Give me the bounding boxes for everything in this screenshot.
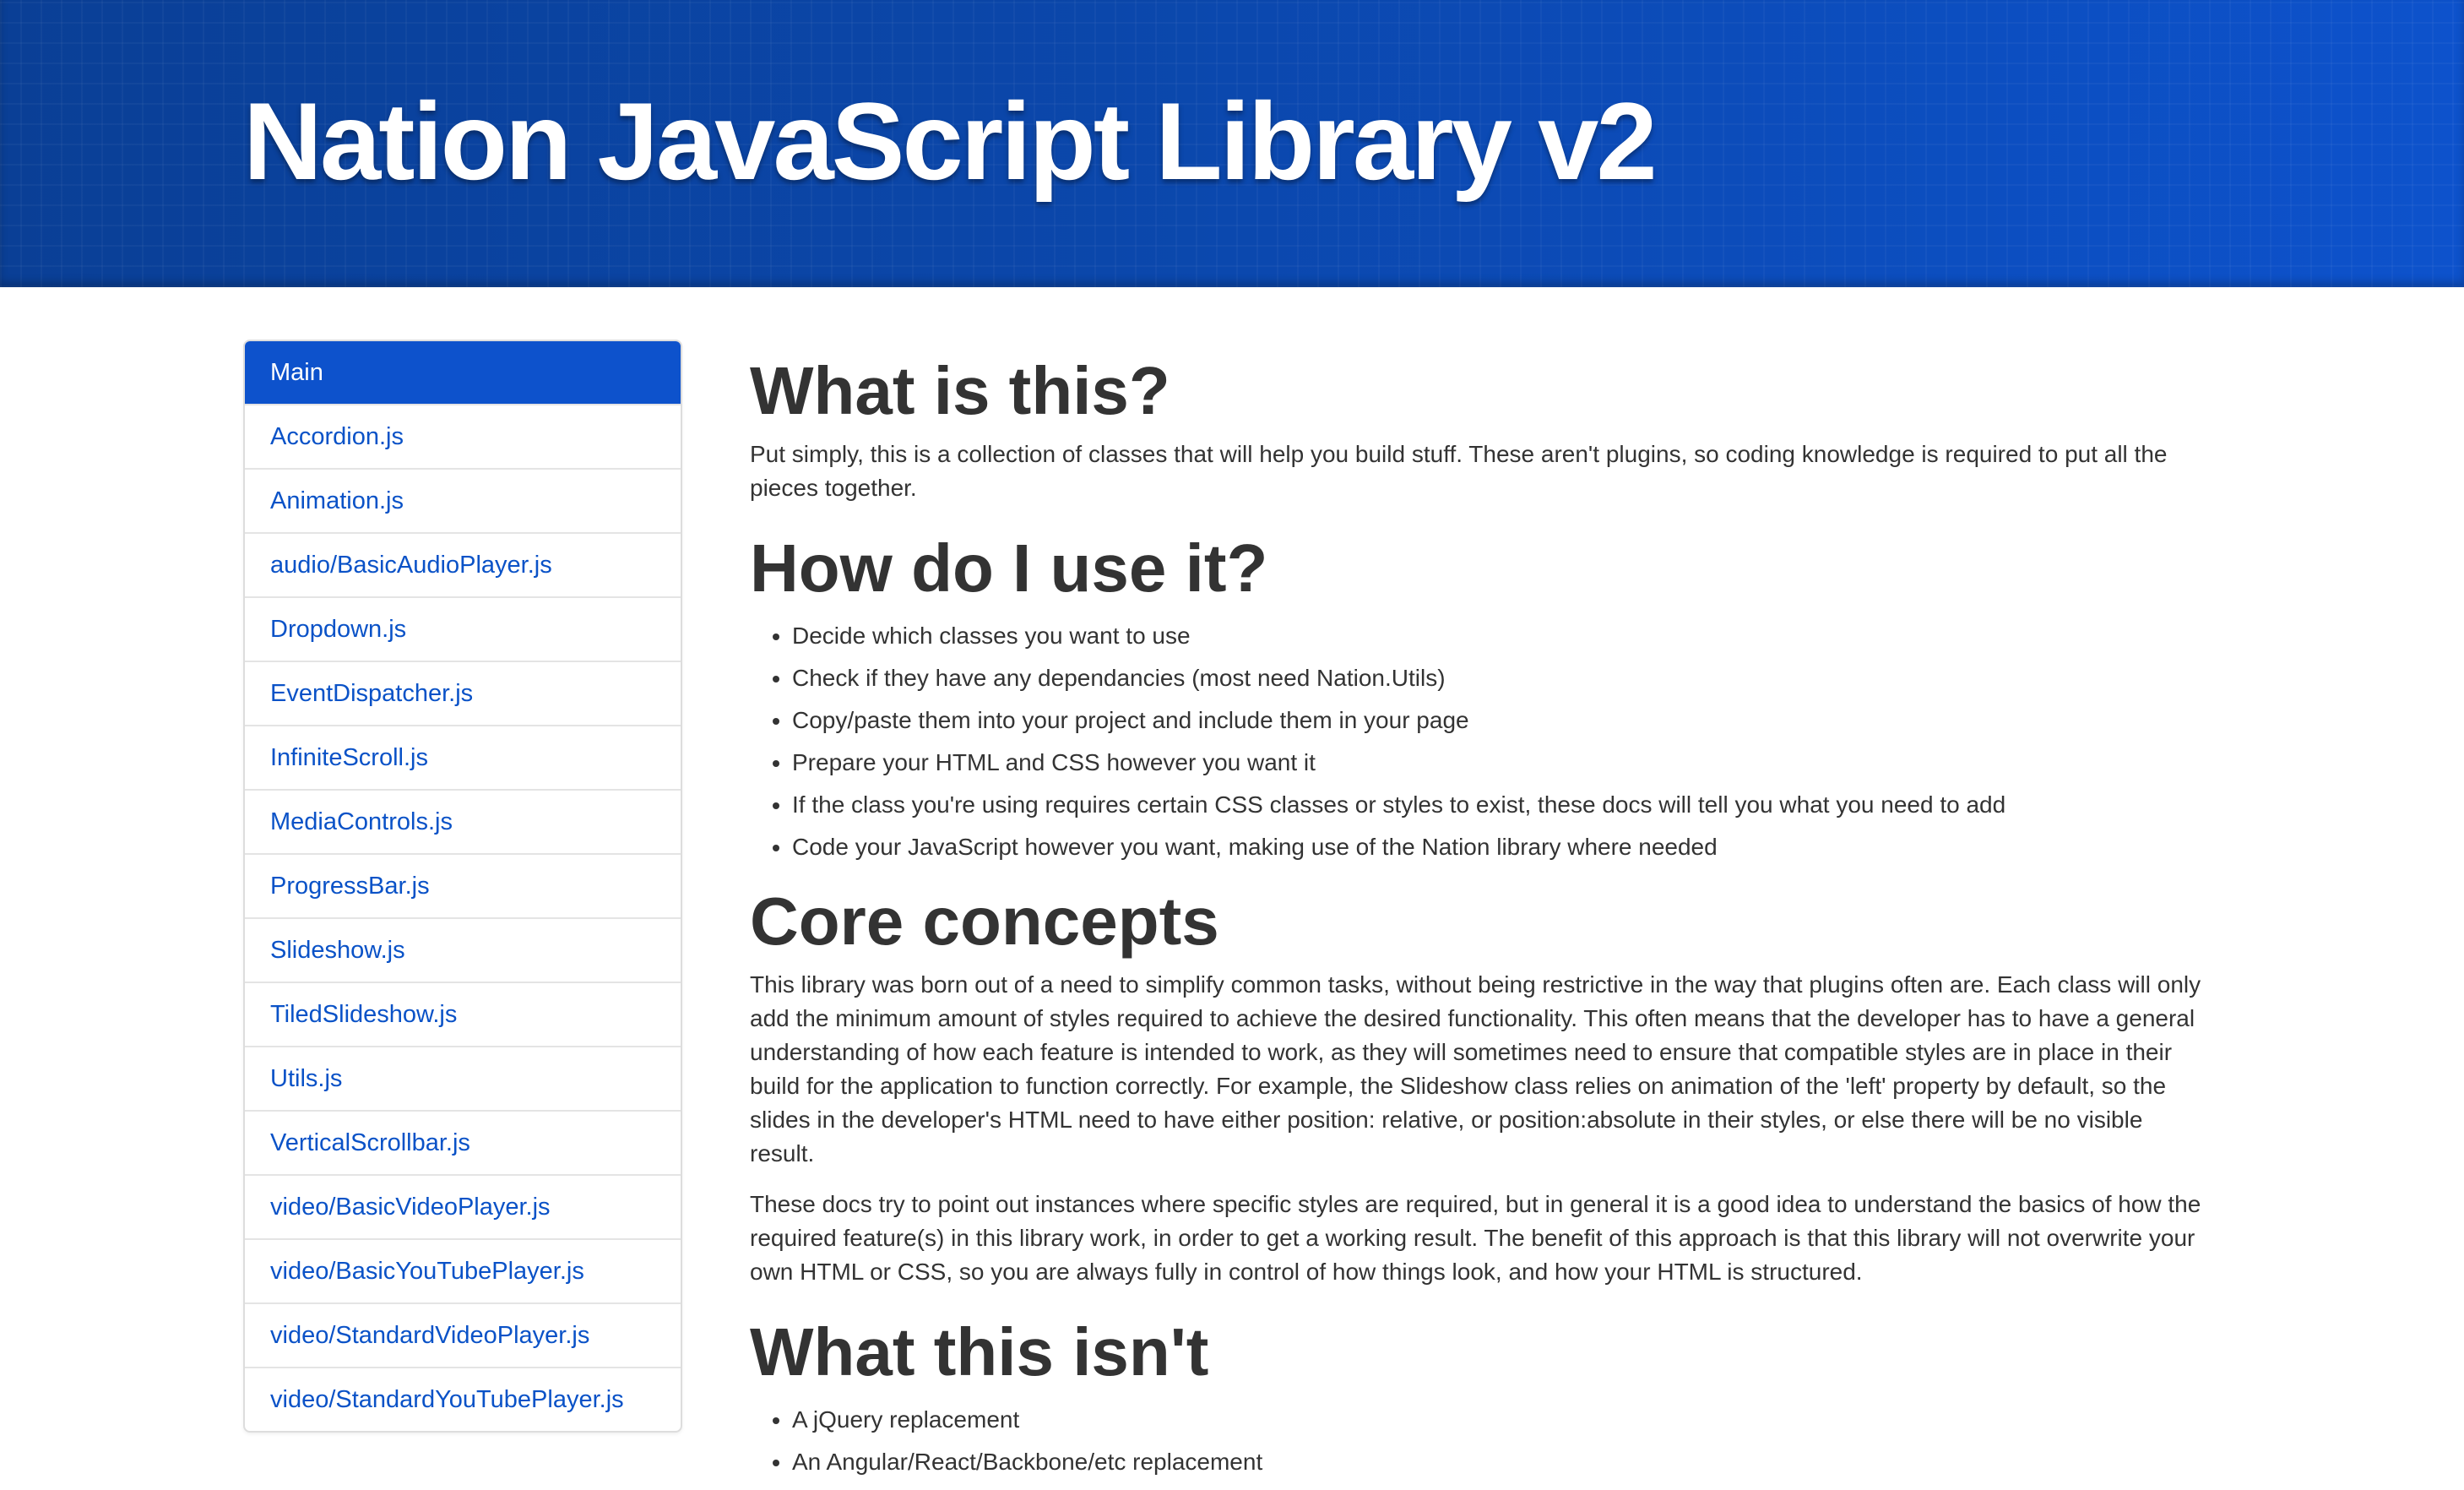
list-item: Prepare your HTML and CSS however you wa…	[792, 742, 2202, 784]
sidebar-item-event-dispatcher[interactable]: EventDispatcher.js	[245, 661, 681, 725]
page-header: Nation JavaScript Library v2	[0, 0, 2464, 287]
heading-what-this-isnt: What this isn't	[750, 1314, 1209, 1389]
sidebar-item-vertical-scrollbar[interactable]: VerticalScrollbar.js	[245, 1110, 681, 1174]
sidebar-item-media-controls[interactable]: MediaControls.js	[245, 789, 681, 853]
how-to-use-list: Decide which classes you want to use Che…	[750, 615, 2202, 868]
section-what-is-this: What is this? Put simply, this is a coll…	[750, 345, 2202, 505]
sidebar-item-progress-bar[interactable]: ProgressBar.js	[245, 853, 681, 917]
section-core-concepts: Core concepts This library was born out …	[750, 875, 2202, 1289]
list-item: Check if they have any dependancies (mos…	[792, 657, 2202, 699]
sidebar-item-standard-youtube-player[interactable]: video/StandardYouTubePlayer.js	[245, 1367, 681, 1431]
sidebar-item-slideshow[interactable]: Slideshow.js	[245, 917, 681, 982]
page-title: Nation JavaScript Library v2	[243, 79, 1658, 203]
list-item: Copy/paste them into your project and in…	[792, 699, 2202, 742]
what-is-this-paragraph: Put simply, this is a collection of clas…	[750, 441, 2168, 501]
sidebar-item-standard-video-player[interactable]: video/StandardVideoPlayer.js	[245, 1302, 681, 1367]
sidebar-item-tiled-slideshow[interactable]: TiledSlideshow.js	[245, 982, 681, 1046]
sidebar-item-utils[interactable]: Utils.js	[245, 1046, 681, 1110]
heading-core-concepts: Core concepts	[750, 884, 1219, 959]
section-how-to-use: How do I use it? Decide which classes yo…	[750, 522, 2202, 868]
sidebar-item-accordion[interactable]: Accordion.js	[245, 404, 681, 468]
core-concepts-paragraph-1: This library was born out of a need to s…	[750, 971, 2201, 1166]
sidebar-item-basic-video-player[interactable]: video/BasicVideoPlayer.js	[245, 1174, 681, 1238]
what-this-isnt-list: A jQuery replacement An Angular/React/Ba…	[750, 1399, 2202, 1483]
list-item: An Angular/React/Backbone/etc replacemen…	[792, 1441, 2202, 1483]
list-item: A jQuery replacement	[792, 1399, 2202, 1441]
sidebar-item-infinite-scroll[interactable]: InfiniteScroll.js	[245, 725, 681, 789]
sidebar-item-basic-youtube-player[interactable]: video/BasicYouTubePlayer.js	[245, 1238, 681, 1302]
sidebar-nav: Main Accordion.js Animation.js audio/Bas…	[243, 340, 682, 1433]
heading-what-is-this: What is this?	[750, 353, 1170, 428]
heading-how-to-use: How do I use it?	[750, 530, 1268, 606]
list-item: Decide which classes you want to use	[792, 615, 2202, 657]
list-item: If the class you're using requires certa…	[792, 784, 2202, 826]
sidebar-item-basic-audio-player[interactable]: audio/BasicAudioPlayer.js	[245, 532, 681, 596]
core-concepts-paragraph-2: These docs try to point out instances wh…	[750, 1191, 2201, 1285]
sidebar-item-main[interactable]: Main	[245, 341, 681, 404]
section-what-this-isnt: What this isn't A jQuery replacement An …	[750, 1306, 2202, 1483]
main-content: What is this? Put simply, this is a coll…	[750, 345, 2202, 1490]
sidebar-item-animation[interactable]: Animation.js	[245, 468, 681, 532]
sidebar-item-dropdown[interactable]: Dropdown.js	[245, 596, 681, 661]
list-item: Code your JavaScript however you want, m…	[792, 826, 2202, 868]
